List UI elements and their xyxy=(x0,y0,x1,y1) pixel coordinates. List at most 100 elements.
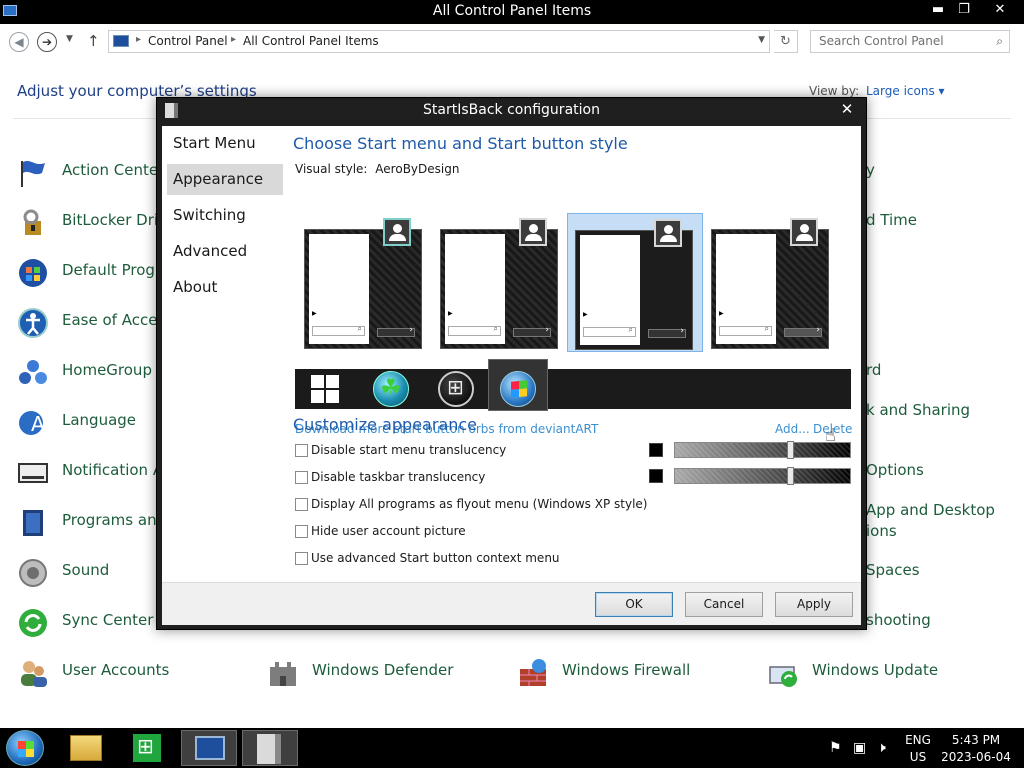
start-orb-strip xyxy=(295,359,851,411)
checkbox[interactable] xyxy=(295,444,308,457)
nav-start-menu[interactable]: Start Menu xyxy=(167,128,283,159)
breadcrumb-control-panel[interactable]: Control Panel xyxy=(148,34,228,48)
cp-item-label-fragment[interactable]: y xyxy=(866,161,875,179)
nav-advanced[interactable]: Advanced xyxy=(167,236,283,267)
cp-item-label-fragment[interactable]: ions xyxy=(866,522,897,540)
cp-item-label: Programs and xyxy=(62,511,167,529)
svg-text:A: A xyxy=(31,412,45,436)
language-icon: A xyxy=(19,411,45,436)
start-button[interactable] xyxy=(6,730,44,766)
nav-about[interactable]: About xyxy=(167,272,283,303)
checkbox-label: Disable start menu translucency xyxy=(311,443,507,457)
windows8-orb-icon[interactable] xyxy=(311,375,339,403)
cp-item-label-fragment[interactable]: shooting xyxy=(866,611,931,629)
preview-frame: ▶ xyxy=(711,218,829,349)
cp-item-label-fragment[interactable]: rd xyxy=(866,361,881,379)
style-heading: Choose Start menu and Start button style xyxy=(293,134,628,153)
nav-switching[interactable]: Switching xyxy=(167,200,283,231)
user-picture-icon xyxy=(654,219,682,247)
breadcrumb-separator-icon[interactable]: ▸ xyxy=(231,34,236,45)
cp-item-label-fragment[interactable]: k and Sharing xyxy=(866,401,970,419)
close-button[interactable]: ✕ xyxy=(985,0,1015,22)
cp-item-label: Windows Firewall xyxy=(562,661,691,679)
region-indicator[interactable]: US xyxy=(903,750,933,764)
cancel-button[interactable]: Cancel xyxy=(685,592,763,617)
preview-power-button xyxy=(784,325,822,337)
taskbar-control-panel[interactable] xyxy=(181,730,237,766)
maximize-button[interactable]: ❐ xyxy=(950,0,978,22)
cp-item-label: Windows Update xyxy=(812,661,939,679)
computer-icon xyxy=(113,35,129,47)
cp-item-label: Action Center xyxy=(62,161,165,179)
forward-button[interactable]: ➔ xyxy=(37,32,57,52)
cp-item-label-fragment[interactable]: Options xyxy=(866,461,924,479)
preview-menu-pane: ▶ xyxy=(716,234,776,344)
startisback-icon xyxy=(257,734,281,764)
flag-icon xyxy=(21,160,45,187)
notification-area-icon xyxy=(18,463,48,483)
cp-item-label: Language xyxy=(62,411,137,429)
search-input[interactable]: Search Control Panel ⌕ xyxy=(810,30,1010,53)
windows7-monochrome-orb-icon[interactable] xyxy=(438,371,474,407)
defender-castle-icon xyxy=(270,662,296,686)
preview-menu-pane: ▶ xyxy=(309,234,369,344)
ease-of-access-icon xyxy=(18,308,48,338)
address-bar[interactable]: ▸ Control Panel ▸ All Control Panel Item… xyxy=(108,30,770,53)
control-panel-icon xyxy=(195,736,225,760)
nav-appearance[interactable]: Appearance xyxy=(167,164,283,195)
preview-menu-pane: ▶ xyxy=(580,235,640,345)
cp-item-label-fragment[interactable]: d Time xyxy=(866,211,917,229)
refresh-button[interactable]: ↻ xyxy=(774,30,798,53)
style-preview-2[interactable]: ▶ xyxy=(440,218,560,351)
arrow-icon: ▶ xyxy=(312,310,317,317)
slider-thumb[interactable] xyxy=(787,467,794,485)
style-preview-3[interactable]: ▶ xyxy=(567,213,703,352)
network-icon[interactable]: ▣ xyxy=(853,740,866,756)
breadcrumb-all-items[interactable]: All Control Panel Items xyxy=(243,34,379,48)
dialog-close-button[interactable]: ✕ xyxy=(835,100,859,118)
dialog-titlebar: StartIsBack configuration ✕ xyxy=(157,98,866,124)
breadcrumb-separator-icon[interactable]: ▸ xyxy=(136,34,141,45)
checkbox[interactable] xyxy=(295,471,308,484)
clock-time[interactable]: 5:43 PM xyxy=(940,733,1012,747)
clover-orb-icon[interactable] xyxy=(373,371,409,407)
taskbar-file-explorer[interactable] xyxy=(64,730,120,766)
style-preview-4[interactable]: ▶ xyxy=(711,218,831,351)
style-preview-1[interactable]: ▶ xyxy=(304,218,424,351)
volume-muted-icon[interactable]: 🕨 xyxy=(877,740,886,756)
preview-power-button xyxy=(648,326,686,338)
add-orb-link[interactable]: Add... xyxy=(775,422,810,436)
start-menu-opacity-slider[interactable] xyxy=(674,441,851,459)
checkbox-label: Hide user account picture xyxy=(311,524,466,538)
apply-button[interactable]: Apply xyxy=(775,592,853,617)
cp-item-label: Windows Defender xyxy=(312,661,454,679)
ok-button[interactable]: OK xyxy=(595,592,673,617)
checkbox[interactable] xyxy=(295,552,308,565)
checkbox[interactable] xyxy=(295,525,308,538)
up-button[interactable]: ↑ xyxy=(87,32,100,50)
cp-item-label-fragment[interactable]: Spaces xyxy=(866,561,920,579)
minimize-button[interactable]: ▬ xyxy=(924,0,952,22)
taskbar: ⚑ ▣ 🕨 ENG US 5:43 PM 2023-06-04 xyxy=(0,728,1024,768)
dialog-body: Start Menu Appearance Switching Advanced… xyxy=(162,126,861,582)
taskbar-opacity-slider[interactable] xyxy=(674,467,851,485)
slider-thumb[interactable] xyxy=(787,441,794,459)
action-center-flag-icon[interactable]: ⚑ xyxy=(829,740,842,756)
address-dropdown-icon[interactable]: ▼ xyxy=(758,35,765,45)
back-button[interactable]: ◀ xyxy=(9,32,29,52)
search-icon[interactable]: ⌕ xyxy=(996,31,1003,52)
checkbox[interactable] xyxy=(295,498,308,511)
view-by-dropdown[interactable]: Large icons ▾ xyxy=(866,84,945,98)
taskbar-startisback[interactable] xyxy=(242,730,298,766)
homegroup-icon xyxy=(19,360,47,384)
windows7-orb-icon[interactable] xyxy=(500,371,536,407)
recent-locations-dropdown[interactable]: ▼ xyxy=(66,34,73,44)
clock-date[interactable]: 2023-06-04 xyxy=(940,750,1012,764)
window-titlebar: All Control Panel Items ▬ ❐ ✕ xyxy=(0,0,1024,24)
startisback-dialog: StartIsBack configuration ✕ Start Menu A… xyxy=(156,97,867,630)
start-menu-color-swatch[interactable] xyxy=(649,443,663,457)
taskbar-store[interactable] xyxy=(123,730,179,766)
taskbar-color-swatch[interactable] xyxy=(649,469,663,483)
language-indicator[interactable]: ENG xyxy=(903,733,933,747)
cp-item-label-fragment[interactable]: App and Desktop xyxy=(866,501,995,519)
